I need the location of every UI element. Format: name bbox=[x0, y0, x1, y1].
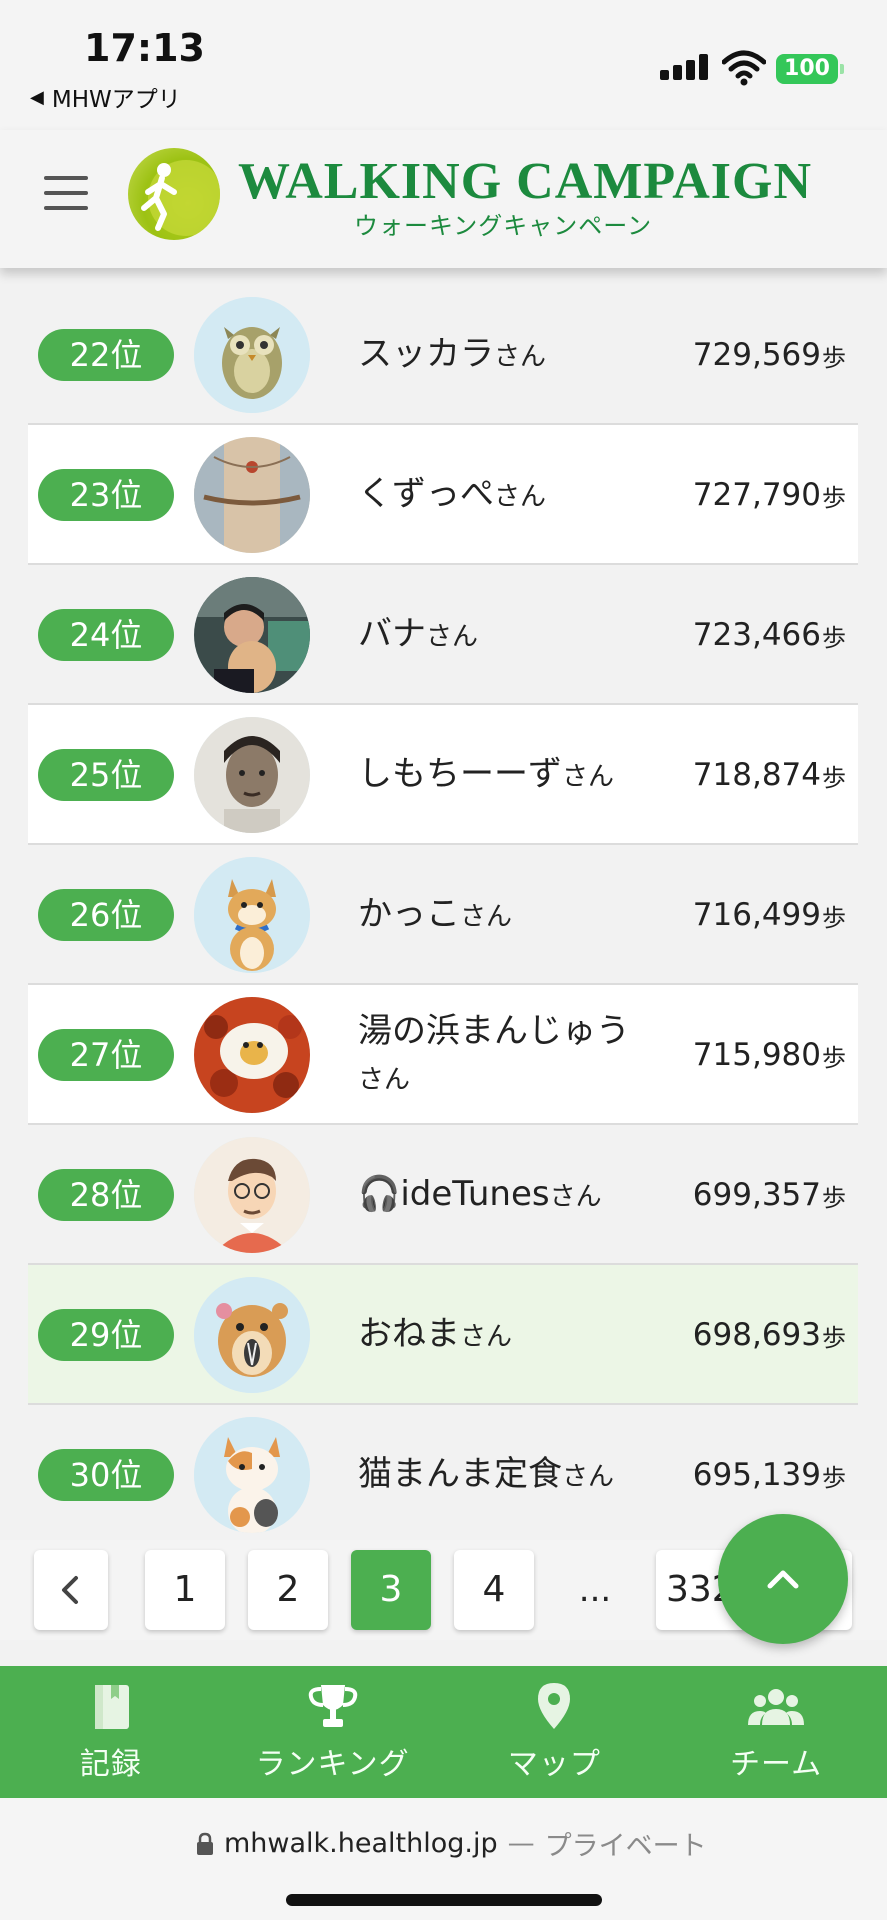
rank-badge: 22位 bbox=[38, 329, 174, 381]
nav-team-label: チーム bbox=[730, 1747, 823, 1782]
step-count: 727,790 歩 bbox=[692, 477, 846, 513]
cat-avatar bbox=[194, 1417, 310, 1533]
ranking-row[interactable]: 28位 🎧ideTunesさん 699,357 歩 bbox=[28, 1125, 858, 1265]
ranking-row[interactable]: 27位 湯の浜まんじゅう さん 715,980 歩 bbox=[28, 985, 858, 1125]
ranking-row[interactable]: 23位 くずっぺさん 727,790 歩 bbox=[28, 425, 858, 565]
page-button-1[interactable]: 1 bbox=[145, 1550, 225, 1630]
step-count: 718,874 歩 bbox=[692, 757, 846, 793]
nav-ranking[interactable]: ランキング bbox=[222, 1666, 444, 1798]
ranking-list: 22位 スッカラさん 729,569 歩 23位 くずっぺさん 727,790 … bbox=[28, 285, 858, 1545]
page-button-3-current[interactable]: 3 bbox=[351, 1550, 431, 1630]
map-pin-icon bbox=[538, 1683, 571, 1729]
back-triangle-icon: ◀ bbox=[30, 86, 44, 108]
back-app-label: MHWアプリ bbox=[51, 87, 181, 113]
hamster-avatar bbox=[194, 1277, 310, 1393]
user-name: 🎧ideTunesさん bbox=[358, 1174, 602, 1215]
bottom-navigation: 記録 ランキング マップ チーム bbox=[0, 1666, 887, 1798]
rank-badge: 27位 bbox=[38, 1029, 174, 1081]
ranking-row[interactable]: 22位 スッカラさん 729,569 歩 bbox=[28, 285, 858, 425]
step-count: 715,980 歩 bbox=[692, 1037, 846, 1073]
rank-badge: 28位 bbox=[38, 1169, 174, 1221]
url-domain: mhwalk.healthlog.jp bbox=[224, 1828, 498, 1859]
nav-record[interactable]: 記録 bbox=[0, 1666, 222, 1798]
rank-badge: 30位 bbox=[38, 1449, 174, 1501]
nav-map-label: マップ bbox=[507, 1747, 601, 1782]
browser-url-bar[interactable]: mhwalk.healthlog.jp — プライベート bbox=[0, 1798, 887, 1920]
notebook-icon bbox=[94, 1685, 129, 1729]
rank-badge: 29位 bbox=[38, 1309, 174, 1361]
pagination-ellipsis: ... bbox=[578, 1570, 612, 1610]
walker-logo-icon bbox=[128, 148, 220, 240]
wifi-icon bbox=[722, 50, 766, 86]
owl-avatar bbox=[194, 297, 310, 413]
rank-badge: 24位 bbox=[38, 609, 174, 661]
portrait-photo-avatar bbox=[194, 717, 310, 833]
private-browsing-label: プライベート bbox=[544, 1831, 707, 1862]
campaign-title: WALKING CAMPAIGN bbox=[238, 153, 813, 210]
page-button-2[interactable]: 2 bbox=[248, 1550, 328, 1630]
user-name: 湯の浜まんじゅう さん bbox=[358, 1011, 630, 1095]
status-bar: 17:13 ◀ MHWアプリ 100 bbox=[0, 0, 887, 130]
trophy-icon bbox=[308, 1685, 357, 1727]
ranking-row[interactable]: 26位 かっこさん 716,499 歩 bbox=[28, 845, 858, 985]
ranking-row-current-user[interactable]: 29位 おねまさん 698,693 歩 bbox=[28, 1265, 858, 1405]
url-display[interactable]: mhwalk.healthlog.jp — プライベート bbox=[196, 1824, 707, 1863]
campaign-subtitle: ウォーキングキャンペーン bbox=[354, 212, 653, 240]
step-count: 699,357 歩 bbox=[692, 1177, 846, 1213]
ranking-row[interactable]: 25位 しもちーーずさん 718,874 歩 bbox=[28, 705, 858, 845]
step-count: 723,466 歩 bbox=[692, 617, 846, 653]
prev-page-button[interactable] bbox=[34, 1550, 108, 1630]
man-glasses-avatar bbox=[194, 1137, 310, 1253]
team-icon bbox=[748, 1689, 805, 1725]
url-separator: — bbox=[507, 1828, 535, 1859]
rank-badge: 25位 bbox=[38, 749, 174, 801]
home-indicator[interactable] bbox=[286, 1894, 602, 1906]
shiba-dog-avatar bbox=[194, 857, 310, 973]
step-count: 729,569 歩 bbox=[692, 337, 846, 373]
back-to-app-link[interactable]: ◀ MHWアプリ bbox=[30, 80, 181, 114]
user-name: 猫まんま定食さん bbox=[358, 1454, 615, 1495]
chevron-up-icon bbox=[767, 1570, 799, 1589]
clock: 17:13 bbox=[84, 26, 205, 70]
ranking-row[interactable]: 24位 バナさん 723,466 歩 bbox=[28, 565, 858, 705]
nav-map[interactable]: マップ bbox=[444, 1666, 666, 1798]
person-photo-avatar bbox=[194, 577, 310, 693]
food-photo-avatar bbox=[194, 997, 310, 1113]
user-name: しもちーーずさん bbox=[358, 754, 615, 795]
app-header: WALKING CAMPAIGN ウォーキングキャンペーン bbox=[0, 130, 887, 268]
page-button-4[interactable]: 4 bbox=[454, 1550, 534, 1630]
user-name: スッカラさん bbox=[358, 334, 547, 375]
step-count: 698,693 歩 bbox=[692, 1317, 846, 1353]
doll-avatar bbox=[194, 437, 310, 553]
nav-team[interactable]: チーム bbox=[665, 1666, 887, 1798]
chevron-left-icon bbox=[62, 1576, 78, 1604]
cellular-signal-icon bbox=[660, 54, 708, 80]
nav-record-label: 記録 bbox=[79, 1747, 142, 1782]
step-count: 716,499 歩 bbox=[692, 897, 846, 933]
battery-icon: 100 bbox=[776, 54, 844, 84]
hamburger-icon[interactable] bbox=[44, 176, 88, 210]
user-name: おねまさん bbox=[358, 1314, 513, 1355]
rank-badge: 26位 bbox=[38, 889, 174, 941]
user-name: かっこさん bbox=[358, 894, 513, 935]
rank-badge: 23位 bbox=[38, 469, 174, 521]
user-name: バナさん bbox=[358, 614, 479, 655]
lock-icon bbox=[197, 1832, 213, 1855]
scroll-to-top-button[interactable] bbox=[718, 1514, 848, 1644]
nav-ranking-label: ランキング bbox=[255, 1747, 410, 1782]
user-name: くずっぺさん bbox=[358, 474, 547, 515]
